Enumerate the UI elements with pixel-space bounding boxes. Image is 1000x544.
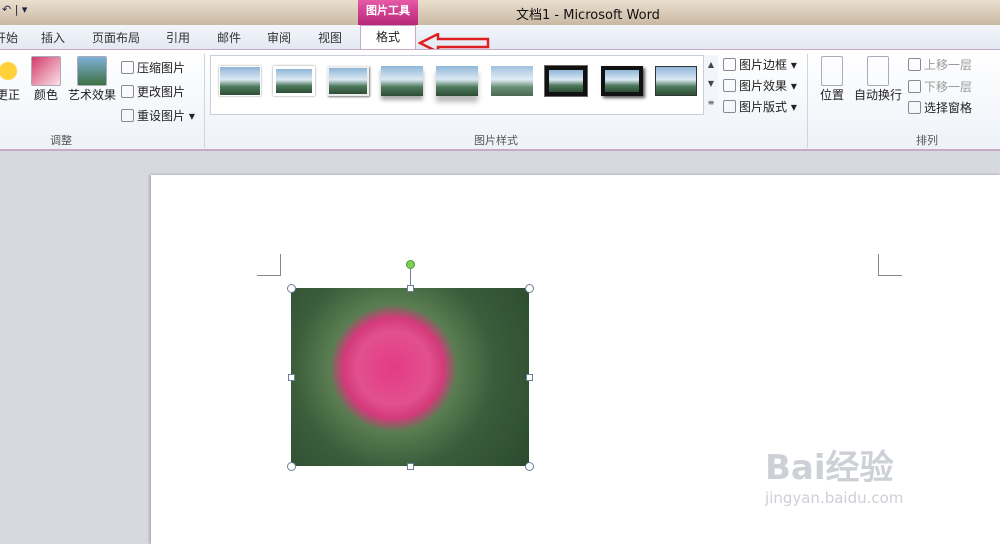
change-picture-label: 更改图片 [137,85,186,99]
ribbon-tab-row: 开始 插入 页面布局 引用 邮件 审阅 视图 [0,25,1000,49]
group-separator [807,54,808,148]
artistic-effects-button[interactable]: 艺术效果 [66,56,118,103]
tab-view[interactable]: 视图 [318,29,342,46]
color-label: 颜色 [33,88,58,102]
layout-icon [723,100,736,113]
change-picture-button[interactable]: 更改图片 [121,83,185,100]
reset-icon [121,109,134,122]
style-thumb[interactable] [436,66,478,96]
bring-forward-icon [908,58,921,71]
corrections-label: 更正 [0,88,20,102]
group-label-picture-styles: 图片样式 [474,134,518,147]
window-title: 文档1 - Microsoft Word [516,8,660,23]
color-button[interactable]: 颜色 [28,56,64,103]
ribbon: 更正 颜色 艺术效果 压缩图片 更改图片 重设图片 ▾ 调整 ▲ ▼ ≡ 图片边… [0,49,1000,151]
change-picture-icon [121,85,134,98]
style-thumb[interactable] [601,66,643,96]
style-thumb[interactable] [273,66,315,96]
send-backward-icon [908,80,921,93]
position-button[interactable]: 位置 [815,56,849,103]
resize-handle[interactable] [525,462,534,471]
style-thumb[interactable] [544,65,588,97]
title-bar: ↶ | ▾ 图片工具 文档1 - Microsoft Word [0,0,1000,25]
tab-review[interactable]: 审阅 [267,29,291,46]
tab-insert[interactable]: 插入 [41,29,65,46]
position-icon [821,56,843,86]
resize-handle[interactable] [525,284,534,293]
resize-handle[interactable] [526,374,533,381]
send-backward-button[interactable]: 下移一层 [908,78,972,95]
group-label-arrange: 排列 [916,134,938,147]
compress-pictures-button[interactable]: 压缩图片 [121,59,185,76]
bring-forward-button[interactable]: 上移一层 [908,56,972,73]
rotate-handle[interactable] [406,260,415,269]
style-thumb[interactable] [219,66,261,96]
resize-handle[interactable] [288,374,295,381]
corrections-button[interactable]: 更正 [0,56,28,103]
sun-icon [0,56,23,86]
gallery-scroll[interactable]: ▲ ▼ ≡ [703,55,718,115]
resize-handle[interactable] [287,284,296,293]
resize-handle[interactable] [287,462,296,471]
gallery-more-icon[interactable]: ≡ [704,93,718,112]
selection-pane-button[interactable]: 选择窗格 [908,99,972,116]
gallery-down-icon[interactable]: ▼ [704,74,718,93]
style-thumb[interactable] [491,66,533,96]
group-label-adjust: 调整 [50,134,72,147]
style-thumb[interactable] [655,66,697,96]
tab-home[interactable]: 开始 [0,29,18,46]
color-icon [31,56,61,86]
reset-picture-button[interactable]: 重设图片 ▾ [121,107,195,124]
resize-handle[interactable] [407,463,414,470]
margin-mark [257,254,281,276]
border-icon [723,58,736,71]
picture-layout-label: 图片版式 [739,100,788,114]
rose-picture[interactable] [291,288,529,466]
group-separator [204,54,205,148]
gallery-up-icon[interactable]: ▲ [704,55,718,74]
resize-handle[interactable] [407,285,414,292]
wrap-text-icon [867,56,889,86]
context-tab-picture-tools: 图片工具 [358,0,418,25]
picture-layout-button[interactable]: 图片版式 ▾ [723,98,797,115]
picture-effects-button[interactable]: 图片效果 ▾ [723,77,797,94]
tab-page-layout[interactable]: 页面布局 [92,29,140,46]
picture-border-label: 图片边框 [739,58,788,72]
undo-icon[interactable]: ↶ | ▾ [2,3,27,16]
wrap-text-label: 自动换行 [853,88,902,102]
effects-icon [723,79,736,92]
picture-styles-gallery [210,55,718,115]
wrap-text-button[interactable]: 自动换行 [853,56,903,103]
selection-pane-icon [908,101,921,114]
picture-border-button[interactable]: 图片边框 ▾ [723,56,797,73]
watermark-brand: Bai经验 [765,448,894,488]
watermark-url: jingyan.baidu.com [765,489,904,507]
tab-mailings[interactable]: 邮件 [217,29,241,46]
artistic-effects-icon [77,56,107,86]
tab-references[interactable]: 引用 [166,29,190,46]
position-label: 位置 [819,88,844,102]
style-thumb[interactable] [327,66,369,96]
send-backward-label: 下移一层 [924,80,973,94]
compress-label: 压缩图片 [137,61,186,75]
reset-label: 重设图片 [137,109,186,123]
selection-pane-label: 选择窗格 [924,101,973,115]
margin-mark [878,254,902,276]
picture-effects-label: 图片效果 [739,79,788,93]
tab-format[interactable]: 格式 [360,25,416,50]
style-thumb[interactable] [381,66,423,96]
compress-icon [121,61,134,74]
bring-forward-label: 上移一层 [924,58,973,72]
baidu-watermark: Bai经验 jingyan.baidu.com [765,440,903,507]
artistic-effects-label: 艺术效果 [67,88,116,102]
